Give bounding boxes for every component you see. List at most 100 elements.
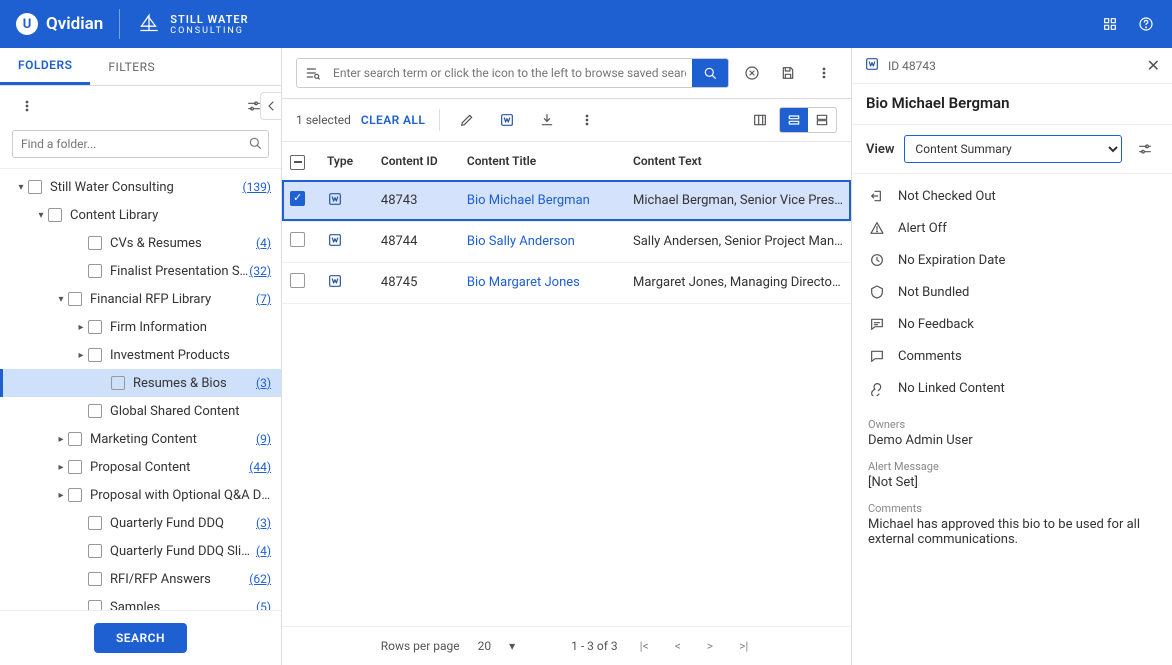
folder-node[interactable]: Resumes & Bios(3) <box>0 369 281 397</box>
row-checkbox[interactable] <box>290 232 305 247</box>
folder-node[interactable]: Global Shared Content <box>0 397 281 425</box>
chevron-icon[interactable]: ▾ <box>54 294 68 305</box>
folder-count[interactable]: (4) <box>256 544 271 558</box>
folder-checkbox[interactable] <box>88 236 102 250</box>
help-icon[interactable] <box>1136 14 1156 34</box>
chevron-icon[interactable]: ▸ <box>74 322 88 333</box>
view-cards-icon[interactable] <box>808 108 836 132</box>
folder-checkbox[interactable] <box>88 516 102 530</box>
detail-item[interactable]: Not Checked Out <box>852 180 1172 212</box>
folder-node[interactable]: CVs & Resumes(4) <box>0 229 281 257</box>
col-content-title[interactable]: Content Title <box>459 142 625 180</box>
tab-folders[interactable]: FOLDERS <box>0 48 90 85</box>
chevron-icon[interactable]: ▸ <box>54 490 68 501</box>
folder-checkbox[interactable] <box>68 432 82 446</box>
row-checkbox[interactable] <box>290 273 305 288</box>
folder-count[interactable]: (4) <box>256 236 271 250</box>
col-type[interactable]: Type <box>319 142 373 180</box>
folder-node[interactable]: ▾Content Library <box>0 201 281 229</box>
folder-checkbox[interactable] <box>88 320 102 334</box>
folder-checkbox[interactable] <box>111 376 125 390</box>
page-last-icon[interactable]: >| <box>735 637 752 655</box>
folder-count[interactable]: (3) <box>256 376 271 390</box>
word-icon[interactable] <box>494 107 520 133</box>
more-icon[interactable] <box>14 93 40 119</box>
rows-per-page-dropdown[interactable]: ▾ <box>509 639 515 653</box>
col-content-id[interactable]: Content ID <box>373 142 459 180</box>
apps-icon[interactable] <box>1100 14 1120 34</box>
folder-count[interactable]: (5) <box>256 600 271 610</box>
chevron-icon[interactable]: ▸ <box>54 462 68 473</box>
columns-icon[interactable] <box>747 107 773 133</box>
view-settings-icon[interactable] <box>1132 136 1158 162</box>
collapse-sidebar-button[interactable] <box>260 92 282 120</box>
toolbar-more-icon[interactable] <box>574 107 600 133</box>
search-submit-button[interactable] <box>692 59 728 87</box>
folder-node[interactable]: ▾Financial RFP Library(7) <box>0 285 281 313</box>
chevron-icon[interactable]: ▾ <box>34 210 48 221</box>
folder-count[interactable]: (32) <box>249 264 271 278</box>
folder-count[interactable]: (62) <box>249 572 271 586</box>
folder-checkbox[interactable] <box>88 348 102 362</box>
detail-item[interactable]: Alert Off <box>852 212 1172 244</box>
folder-checkbox[interactable] <box>88 404 102 418</box>
folder-checkbox[interactable] <box>28 180 42 194</box>
rows-per-page-value[interactable]: 20 <box>478 639 492 653</box>
detail-item[interactable]: No Feedback <box>852 308 1172 340</box>
search-input[interactable] <box>327 66 692 80</box>
clear-icon[interactable] <box>739 60 765 86</box>
search-button[interactable]: SEARCH <box>94 623 187 653</box>
chevron-icon[interactable]: ▸ <box>74 350 88 361</box>
folder-node[interactable]: Quarterly Fund DDQ Slides(4) <box>0 537 281 565</box>
cell-title[interactable]: Bio Margaret Jones <box>459 262 625 303</box>
search-icon[interactable] <box>247 135 263 155</box>
detail-item[interactable]: No Expiration Date <box>852 244 1172 276</box>
folder-count[interactable]: (9) <box>256 432 271 446</box>
more-search-icon[interactable] <box>811 60 837 86</box>
view-select[interactable]: Content Summary <box>904 135 1122 163</box>
folder-node[interactable]: Quarterly Fund DDQ(3) <box>0 509 281 537</box>
folder-checkbox[interactable] <box>68 460 82 474</box>
page-first-icon[interactable]: |< <box>636 637 653 655</box>
folder-checkbox[interactable] <box>68 488 82 502</box>
find-folder-input[interactable] <box>12 130 269 158</box>
detail-item[interactable]: No Linked Content <box>852 372 1172 404</box>
folder-node[interactable]: ▸Investment Products <box>0 341 281 369</box>
detail-item[interactable]: Comments <box>852 340 1172 372</box>
folder-node[interactable]: Samples(5) <box>0 593 281 610</box>
cell-title[interactable]: Bio Michael Bergman <box>459 180 625 221</box>
folder-node[interactable]: ▸Proposal Content(44) <box>0 453 281 481</box>
save-icon[interactable] <box>775 60 801 86</box>
col-content-text[interactable]: Content Text <box>625 142 851 180</box>
chevron-icon[interactable]: ▸ <box>54 434 68 445</box>
select-all-checkbox[interactable] <box>290 155 305 170</box>
cell-title[interactable]: Bio Sally Anderson <box>459 221 625 262</box>
folder-checkbox[interactable] <box>68 292 82 306</box>
folder-checkbox[interactable] <box>88 264 102 278</box>
download-icon[interactable] <box>534 107 560 133</box>
edit-icon[interactable] <box>454 107 480 133</box>
clear-all-button[interactable]: CLEAR ALL <box>361 113 425 127</box>
folder-count[interactable]: (3) <box>256 516 271 530</box>
folder-checkbox[interactable] <box>88 572 102 586</box>
folder-node[interactable]: ▾Still Water Consulting(139) <box>0 173 281 201</box>
folder-node[interactable]: ▸Firm Information <box>0 313 281 341</box>
folder-count[interactable]: (139) <box>242 180 271 194</box>
folder-checkbox[interactable] <box>88 600 102 610</box>
folder-count[interactable]: (7) <box>256 292 271 306</box>
table-row[interactable]: 48745Bio Margaret JonesMargaret Jones, M… <box>282 262 851 303</box>
table-row[interactable]: 48744Bio Sally AndersonSally Andersen, S… <box>282 221 851 262</box>
folder-node[interactable]: Finalist Presentation Slides(32) <box>0 257 281 285</box>
page-next-icon[interactable]: > <box>703 637 717 655</box>
close-icon[interactable]: ✕ <box>1147 56 1160 75</box>
folder-node[interactable]: RFI/RFP Answers(62) <box>0 565 281 593</box>
page-prev-icon[interactable]: < <box>671 637 685 655</box>
saved-search-icon[interactable] <box>297 65 327 81</box>
folder-node[interactable]: ▸Proposal with Optional Q&A Doc Type <box>0 481 281 509</box>
tab-filters[interactable]: FILTERS <box>90 48 173 85</box>
chevron-icon[interactable]: ▾ <box>14 182 28 193</box>
table-row[interactable]: 48743Bio Michael BergmanMichael Bergman,… <box>282 180 851 221</box>
detail-item[interactable]: Not Bundled <box>852 276 1172 308</box>
folder-checkbox[interactable] <box>48 208 62 222</box>
row-checkbox[interactable] <box>290 191 305 206</box>
